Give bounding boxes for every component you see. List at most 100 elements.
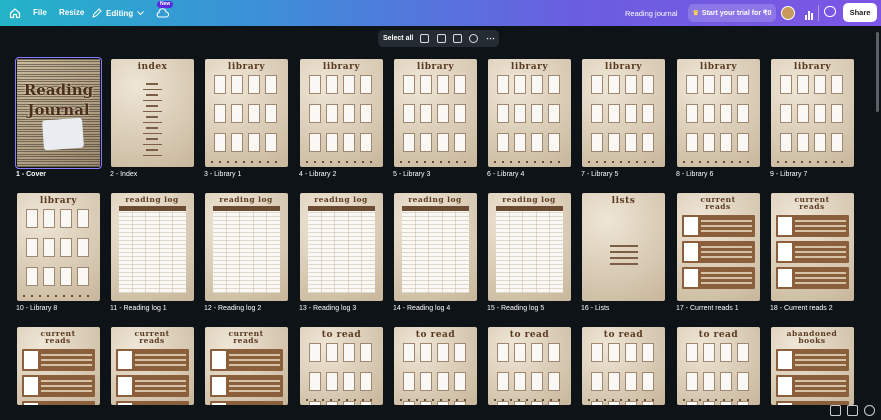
fullscreen-icon[interactable]: [847, 405, 858, 416]
book-slot: [531, 343, 543, 362]
duplicate-icon[interactable]: [437, 34, 446, 43]
page-thumbnail[interactable]: current reads: [771, 193, 854, 301]
book-slot: [737, 133, 749, 152]
book-slot: [531, 401, 543, 405]
page-thumbnail[interactable]: reading log: [111, 193, 194, 301]
page-thumbnail[interactable]: to read: [394, 327, 477, 405]
page-thumbnail[interactable]: to read: [677, 327, 760, 405]
book-slot: [814, 133, 826, 152]
text-line: [701, 256, 752, 258]
page-thumbnail[interactable]: index: [111, 59, 194, 167]
book-cover-slot: [24, 377, 38, 395]
comment-icon[interactable]: [824, 6, 836, 17]
book-slot: [360, 343, 372, 362]
page-heading: library: [510, 62, 549, 72]
rating-dots: [400, 161, 471, 163]
page-thumbnail[interactable]: library: [205, 59, 288, 167]
text-line: [135, 359, 186, 361]
book-slot: [454, 343, 466, 362]
book-slot: [497, 372, 509, 391]
book-slot: [814, 75, 826, 94]
book-slot: [26, 209, 38, 228]
avatar[interactable]: [781, 6, 795, 20]
book-slot: [514, 75, 526, 94]
book-slot: [343, 75, 355, 94]
book-slot: [343, 401, 355, 405]
page-thumbnail[interactable]: to read: [488, 327, 571, 405]
book-slot: [720, 104, 732, 123]
book-cover-slot: [778, 403, 792, 405]
text-line: [41, 359, 92, 361]
page-thumbnail[interactable]: to read: [300, 327, 383, 405]
book-cover-slot: [778, 243, 792, 261]
text-line: [135, 385, 186, 387]
cloud-sync-icon[interactable]: [156, 7, 170, 19]
editing-dropdown[interactable]: Editing: [92, 6, 144, 20]
page-thumbnail[interactable]: current reads: [17, 327, 100, 405]
insights-icon[interactable]: [801, 5, 816, 20]
page-thumbnail[interactable]: library: [17, 193, 100, 301]
book-slot: [214, 133, 226, 152]
resize-button[interactable]: Resize: [59, 8, 84, 17]
book-slot: [497, 133, 509, 152]
page-thumbnail[interactable]: library: [582, 59, 665, 167]
book-slot: [737, 372, 749, 391]
page-thumbnail[interactable]: library: [488, 59, 571, 167]
rating-dots: [683, 399, 754, 401]
page-thumbnail[interactable]: reading log: [394, 193, 477, 301]
page-label: 1 - Cover: [16, 171, 46, 178]
page-label: 10 - Library 8: [16, 305, 58, 312]
page-thumbnail[interactable]: current reads: [205, 327, 288, 405]
file-menu[interactable]: File: [33, 8, 47, 17]
book-slot: [591, 133, 603, 152]
page-thumbnail[interactable]: library: [300, 59, 383, 167]
page-thumbnail[interactable]: abandoned books: [771, 327, 854, 405]
page-thumbnail[interactable]: Reading Journal: [14, 56, 103, 170]
page-thumbnail[interactable]: library: [677, 59, 760, 167]
book-slot: [703, 133, 715, 152]
text-line: [795, 225, 846, 227]
page-label: 4 - Library 2: [299, 171, 337, 178]
delete-icon[interactable]: [453, 34, 462, 43]
book-slot: [309, 343, 321, 362]
book-slot: [548, 133, 560, 152]
page-thumbnail[interactable]: reading log: [488, 193, 571, 301]
page-label: 5 - Library 3: [393, 171, 431, 178]
book-slot: [737, 104, 749, 123]
page-thumbnail[interactable]: reading log: [205, 193, 288, 301]
share-button[interactable]: Share: [843, 3, 877, 22]
select-all-button[interactable]: Select all: [383, 35, 413, 42]
book-slot: [214, 104, 226, 123]
page-heading: library: [793, 62, 832, 72]
text-line: [701, 246, 752, 248]
more-options-icon[interactable]: ⋯: [486, 33, 495, 44]
page-thumbnail[interactable]: reading log: [300, 193, 383, 301]
book-slot: [403, 343, 415, 362]
page-thumbnail[interactable]: library: [771, 59, 854, 167]
home-icon[interactable]: [8, 6, 22, 20]
page-thumbnail[interactable]: library: [394, 59, 477, 167]
help-icon[interactable]: [864, 405, 875, 416]
grid-view-icon[interactable]: [830, 405, 841, 416]
text-line: [229, 380, 280, 382]
page-thumbnail[interactable]: current reads: [677, 193, 760, 301]
add-page-icon[interactable]: [420, 34, 429, 43]
trial-label: Start your trial for ₹0: [701, 10, 772, 17]
hide-icon[interactable]: [469, 34, 478, 43]
page-thumbnail[interactable]: current reads: [111, 327, 194, 405]
text-line: [135, 364, 186, 366]
page-thumbnail[interactable]: lists: [582, 193, 665, 301]
start-trial-button[interactable]: ♛ Start your trial for ₹0: [688, 4, 776, 22]
book-slot: [814, 104, 826, 123]
book-slot: [326, 75, 338, 94]
current-read-card: [22, 349, 95, 371]
scrollbar[interactable]: [876, 32, 879, 112]
book-slot: [360, 372, 372, 391]
page-thumbnail[interactable]: to read: [582, 327, 665, 405]
book-slot: [248, 75, 260, 94]
log-table: [402, 211, 469, 293]
book-cover-slot: [118, 403, 132, 405]
book-slot: [43, 209, 55, 228]
rating-dots: [494, 161, 565, 163]
document-title[interactable]: Reading journal: [625, 9, 678, 18]
